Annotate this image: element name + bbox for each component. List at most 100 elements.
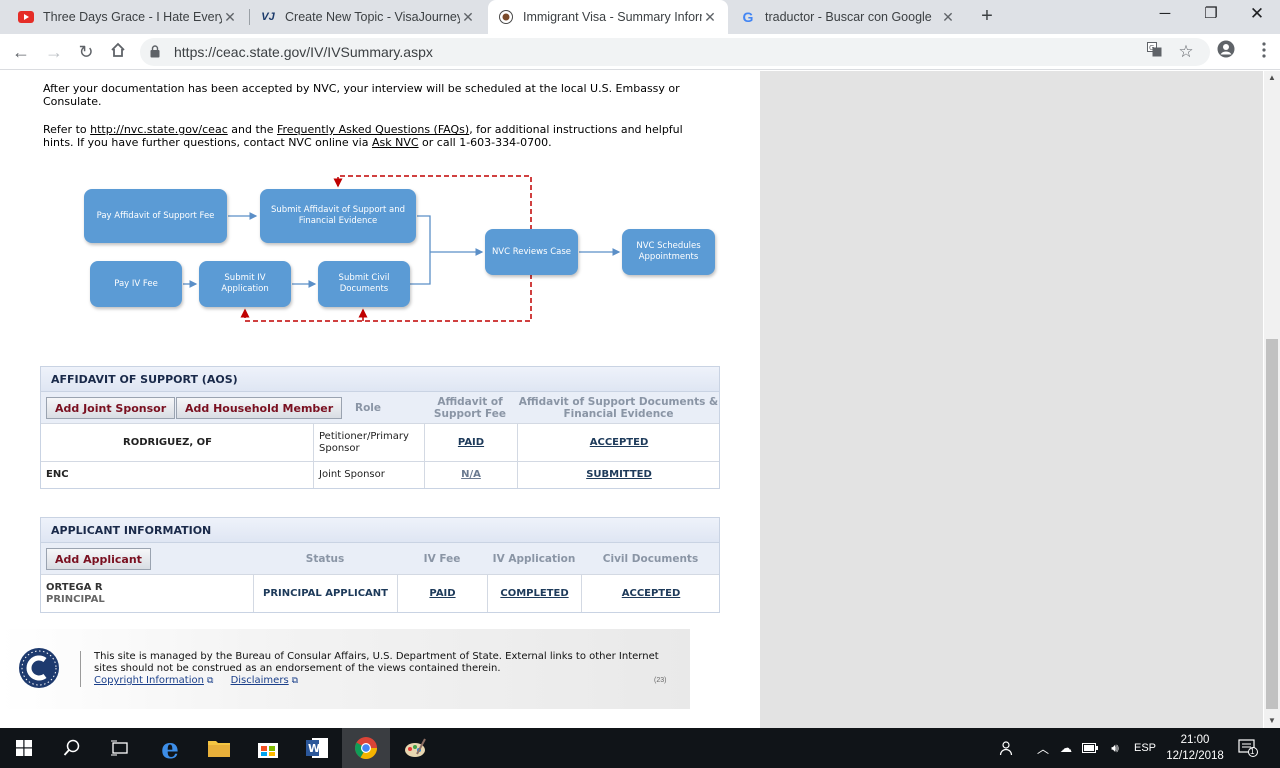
battery-icon[interactable] [1080,728,1100,768]
aos-fee-status-link[interactable]: N/A [461,469,481,481]
aos-grid-header: Add Joint Sponsor Add Household Member R… [41,391,719,423]
minimize-button[interactable]: ─ [1142,0,1188,30]
store-icon[interactable] [244,728,292,768]
file-explorer-icon[interactable] [195,728,243,768]
bookmark-star-icon[interactable]: ☆ [1176,42,1196,62]
profile-icon[interactable] [1214,40,1238,64]
paint-icon[interactable] [391,728,439,768]
civil-documents-status-link[interactable]: ACCEPTED [622,588,681,600]
home-icon[interactable] [106,40,130,64]
iv-fee-status-link[interactable]: PAID [429,588,455,600]
windows-start-icon[interactable] [0,728,48,768]
intro-paragraph: After your documentation has been accept… [43,82,680,108]
aos-fee-cell: PAID [424,424,517,461]
close-tab-icon[interactable]: ✕ [940,9,956,26]
youtube-icon [18,9,34,25]
applicant-grid-header: Add Applicant Status IV Fee IV Applicati… [41,542,719,574]
tab-title: Three Days Grace - I Hate Everyth [43,10,222,24]
table-row: ENC Joint Sponsor N/A SUBMITTED [41,461,719,488]
tab-google[interactable]: G traductor - Buscar con Google ✕ [730,0,966,34]
civil-docs-cell: ACCEPTED [581,575,720,612]
scroll-down-icon[interactable]: ▼ [1264,714,1280,728]
tab-visajourney[interactable]: VJ Create New Topic - VisaJourney ✕ [250,0,486,34]
close-tab-icon[interactable]: ✕ [702,9,718,26]
clock-time: 21:00 [1180,734,1210,746]
faq-link[interactable]: Frequently Asked Questions (FAQs) [277,123,469,136]
search-icon[interactable] [48,728,96,768]
windows-taskbar: e W ︿ ☁ 🔊︎ ESP 21:00 12/12/2018 1 [0,728,1280,768]
col-aos-fee: Affidavit of Support Fee [433,396,507,420]
version-number: (23) [654,677,667,684]
tab-immigrant-visa[interactable]: Immigrant Visa - Summary Inform ✕ [488,0,728,34]
sponsor-name: RODRIGUEZ, OF [123,436,212,448]
show-hidden-icons-chevron-icon[interactable]: ︿ [1034,728,1052,768]
people-icon[interactable] [996,728,1018,768]
close-tab-icon[interactable]: ✕ [222,9,238,26]
flow-pay-aos-fee: Pay Affidavit of Support Fee [84,189,227,243]
col-civil-documents: Civil Documents [602,553,699,565]
close-window-button[interactable]: ✕ [1234,0,1280,30]
table-row: ORTEGA R PRINCIPAL PRINCIPAL APPLICANT P… [41,574,719,612]
sponsor-role: Petitioner/Primary Sponsor [313,424,424,461]
scroll-up-icon[interactable]: ▲ [1264,71,1280,85]
translate-icon[interactable]: G [1144,42,1164,62]
aos-fee-cell: N/A [424,462,517,488]
applicant-section: APPLICANT INFORMATION Add Applicant Stat… [40,517,720,613]
flow-submit-iv-application: Submit IV Application [199,261,291,307]
browser-toolbar: ← → ↻ https://ceac.state.gov/IV/IVSummar… [0,34,1280,70]
aos-fee-status-link[interactable]: PAID [458,437,484,449]
notification-center-icon[interactable]: 1 [1236,728,1260,768]
google-icon: G [742,9,754,25]
flow-pay-iv-fee: Pay IV Fee [90,261,182,307]
consular-affairs-logo [19,648,59,688]
applicant-name: ORTEGA R [46,581,103,593]
notification-count: 1 [1250,747,1255,756]
col-aos-docs: Affidavit of Support Documents & Financi… [518,396,719,420]
edge-browser-icon[interactable]: e [146,728,194,768]
scrollbar-thumb[interactable] [1266,339,1278,709]
ask-nvc-link[interactable]: Ask NVC [372,136,419,149]
new-tab-button[interactable]: + [975,5,999,29]
onedrive-cloud-icon[interactable]: ☁ [1056,728,1076,768]
tab-title: Create New Topic - VisaJourney [285,10,460,24]
aos-section: AFFIDAVIT OF SUPPORT (AOS) Add Joint Spo… [40,366,720,489]
svg-text:G: G [1149,44,1154,52]
back-arrow-icon[interactable]: ← [9,40,33,64]
address-bar[interactable]: https://ceac.state.gov/IV/IVSummary.aspx… [140,38,1210,66]
volume-icon[interactable]: 🔊︎ [1104,728,1126,768]
chrome-icon[interactable] [342,728,390,768]
help-paragraph: Refer to http://nvc.state.gov/ceac and t… [43,123,683,149]
chrome-menu-icon[interactable] [1262,42,1268,63]
applicant-status: PRINCIPAL APPLICANT [253,575,397,612]
col-iv-application: IV Application [492,553,576,565]
nvc-ceac-link[interactable]: http://nvc.state.gov/ceac [90,123,228,136]
sponsor-name: ENC [46,469,69,480]
reload-icon[interactable]: ↻ [74,40,98,64]
flow-nvc-reviews-case: NVC Reviews Case [485,229,578,275]
add-joint-sponsor-button[interactable]: Add Joint Sponsor [46,397,176,419]
tab-youtube[interactable]: Three Days Grace - I Hate Everyth ✕ [8,0,248,34]
flow-submit-aos: Submit Affidavit of Support and Financia… [260,189,416,243]
aos-section-title: AFFIDAVIT OF SUPPORT (AOS) [41,367,719,391]
taskbar-clock[interactable]: 21:00 12/12/2018 [1160,732,1230,764]
copyright-link[interactable]: Copyright Information [94,675,204,686]
input-language-indicator[interactable]: ESP [1130,728,1160,768]
flow-submit-civil-documents: Submit Civil Documents [318,261,410,307]
applicant-name-cell: ORTEGA R PRINCIPAL [41,575,253,612]
forward-arrow-icon[interactable]: → [42,40,66,64]
disclaimers-link[interactable]: Disclaimers [231,675,289,686]
close-tab-icon[interactable]: ✕ [460,9,476,26]
iv-application-status-link[interactable]: COMPLETED [500,588,568,600]
right-panel [760,71,1263,728]
iv-app-cell: COMPLETED [487,575,581,612]
tab-title: traductor - Buscar con Google [765,10,932,24]
aos-docs-status-link[interactable]: ACCEPTED [590,437,649,449]
applicant-type: PRINCIPAL [46,593,105,605]
restore-button[interactable]: ❐ [1188,0,1234,30]
tab-strip: Three Days Grace - I Hate Everyth ✕ VJ C… [0,0,1280,34]
word-icon[interactable]: W [293,728,341,768]
task-view-icon[interactable] [96,728,144,768]
url-text: https://ceac.state.gov/IV/IVSummary.aspx [174,44,433,60]
aos-docs-status-link[interactable]: SUBMITTED [586,469,652,481]
add-applicant-button[interactable]: Add Applicant [46,548,151,570]
